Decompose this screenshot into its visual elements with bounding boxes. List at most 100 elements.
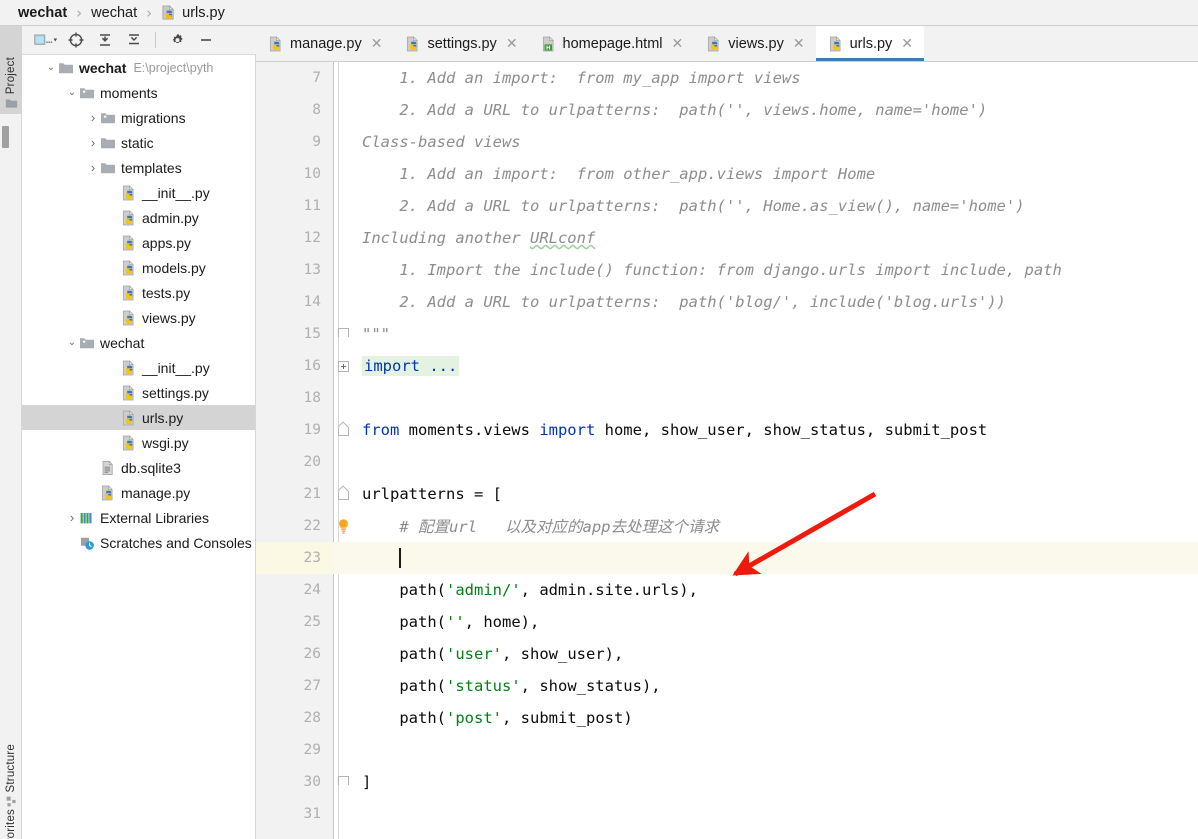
chevron-down-icon[interactable]: ⌄: [65, 336, 79, 350]
code-line[interactable]: 20: [256, 446, 1198, 478]
editor-tab-manage-py[interactable]: manage.py ✕: [256, 26, 393, 61]
editor-tab-homepage-html[interactable]: Hhomepage.html ✕: [529, 26, 695, 61]
chevron-right-icon[interactable]: ›: [86, 135, 100, 150]
code-line[interactable]: 31: [256, 798, 1198, 830]
tree-item-urls-py[interactable]: urls.py: [22, 405, 255, 430]
tree-item-wsgi-py[interactable]: wsgi.py: [22, 430, 255, 455]
fold-marker-cell[interactable]: [334, 222, 353, 254]
close-icon[interactable]: ✕: [506, 36, 518, 52]
fold-marker-cell[interactable]: [334, 766, 353, 798]
fold-region-end-icon[interactable]: [338, 776, 349, 788]
code-line[interactable]: 28 path('post', submit_post): [256, 702, 1198, 734]
tree-item-db-sqlite3[interactable]: db.sqlite3: [22, 455, 255, 480]
code-line[interactable]: 27 path('status', show_status),: [256, 670, 1198, 702]
fold-marker-cell[interactable]: [334, 798, 353, 830]
tree-item--init-py[interactable]: __init__.py: [22, 180, 255, 205]
fold-marker-cell[interactable]: [334, 670, 353, 702]
fold-marker-cell[interactable]: [334, 158, 353, 190]
settings-button[interactable]: [164, 28, 190, 52]
fold-region-start-icon[interactable]: [338, 424, 349, 436]
fold-region-start-icon[interactable]: [338, 488, 349, 500]
code-line[interactable]: 7 1. Add an import: from my_app import v…: [256, 62, 1198, 94]
fold-marker-cell[interactable]: [334, 446, 353, 478]
tree-item-moments[interactable]: ⌄ moments: [22, 80, 255, 105]
fold-marker-cell[interactable]: [334, 606, 353, 638]
tool-tab-favorites[interactable]: Favorites: [0, 809, 22, 839]
chevron-right-icon[interactable]: ›: [86, 160, 100, 175]
fold-expand-icon[interactable]: [338, 360, 349, 372]
code-line[interactable]: 8 2. Add a URL to urlpatterns: path('', …: [256, 94, 1198, 126]
chevron-down-icon[interactable]: ⌄: [44, 61, 58, 75]
fold-marker-cell[interactable]: [334, 190, 353, 222]
fold-marker-cell[interactable]: [334, 126, 353, 158]
hide-panel-button[interactable]: [193, 28, 219, 52]
code-line[interactable]: 30]: [256, 766, 1198, 798]
fold-marker-cell[interactable]: [334, 414, 353, 446]
tree-item-models-py[interactable]: models.py: [22, 255, 255, 280]
chevron-down-icon[interactable]: ⌄: [65, 86, 79, 100]
editor-tab-settings-py[interactable]: settings.py ✕: [393, 26, 528, 61]
code-line[interactable]: 15 """: [256, 318, 1198, 350]
fold-marker-cell[interactable]: [334, 574, 353, 606]
editor-tab-urls-py[interactable]: urls.py ✕: [815, 26, 925, 61]
fold-marker-cell[interactable]: [334, 542, 353, 574]
fold-marker-cell[interactable]: [334, 94, 353, 126]
code-line[interactable]: 23: [256, 542, 1198, 574]
lightbulb-icon[interactable]: [336, 518, 351, 535]
tool-tab-structure[interactable]: Structure: [0, 712, 22, 812]
code-line[interactable]: 22 # 配置url 以及对应的app去处理这个请求: [256, 510, 1198, 542]
tree-item-static[interactable]: › static: [22, 130, 255, 155]
fold-region-end-icon[interactable]: [338, 328, 349, 340]
close-icon[interactable]: ✕: [371, 36, 383, 52]
chevron-right-icon[interactable]: ›: [86, 110, 100, 125]
tree-item-settings-py[interactable]: settings.py: [22, 380, 255, 405]
expand-all-button[interactable]: [92, 28, 118, 52]
editor-tab-views-py[interactable]: views.py ✕: [694, 26, 815, 61]
tree-item-views-py[interactable]: views.py: [22, 305, 255, 330]
fold-marker-cell[interactable]: [334, 286, 353, 318]
code-line[interactable]: 10 1. Add an import: from other_app.view…: [256, 158, 1198, 190]
code-line[interactable]: 9 Class-based views: [256, 126, 1198, 158]
tree-item--init-py[interactable]: __init__.py: [22, 355, 255, 380]
scroll-from-source-button[interactable]: [63, 28, 89, 52]
fold-marker-cell[interactable]: [334, 638, 353, 670]
code-line[interactable]: 13 1. Import the include() function: fro…: [256, 254, 1198, 286]
code-line[interactable]: 25 path('', home),: [256, 606, 1198, 638]
code-line[interactable]: 19 from moments.views import home, show_u…: [256, 414, 1198, 446]
fold-marker-cell[interactable]: [334, 350, 353, 382]
fold-marker-cell[interactable]: [334, 382, 353, 414]
code-line[interactable]: 24 path('admin/', admin.site.urls),: [256, 574, 1198, 606]
code-line[interactable]: 14 2. Add a URL to urlpatterns: path('bl…: [256, 286, 1198, 318]
code-line[interactable]: 11 2. Add a URL to urlpatterns: path('',…: [256, 190, 1198, 222]
tree-item-admin-py[interactable]: admin.py: [22, 205, 255, 230]
fold-marker-cell[interactable]: [334, 478, 353, 510]
fold-marker-cell[interactable]: [334, 318, 353, 350]
tree-item-migrations[interactable]: › migrations: [22, 105, 255, 130]
fold-marker-cell[interactable]: [334, 62, 353, 94]
breadcrumb-item-file[interactable]: urls.py: [161, 5, 225, 21]
collapse-all-button[interactable]: [121, 28, 147, 52]
tool-tab-project[interactable]: Project: [0, 26, 22, 114]
code-line[interactable]: 12 Including another URLconf: [256, 222, 1198, 254]
breadcrumb-item-project[interactable]: wechat: [18, 5, 67, 21]
fold-marker-cell[interactable]: [334, 510, 353, 542]
code-line[interactable]: 16 import ...: [256, 350, 1198, 382]
fold-marker-cell[interactable]: [334, 734, 353, 766]
code-editor[interactable]: 7 1. Add an import: from my_app import v…: [256, 62, 1198, 839]
tree-item-scratches-and-consoles[interactable]: Scratches and Consoles: [22, 530, 255, 555]
tree-item-apps-py[interactable]: apps.py: [22, 230, 255, 255]
tree-item-templates[interactable]: › templates: [22, 155, 255, 180]
tree-item-external-libraries[interactable]: › External Libraries: [22, 505, 255, 530]
sidebar-scrollbar-thumb[interactable]: [2, 126, 9, 148]
project-tree[interactable]: ⌄ wechat E:\project\pyth ⌄ moments › migration…: [22, 55, 256, 839]
close-icon[interactable]: ✕: [672, 36, 684, 52]
code-line[interactable]: 21 urlpatterns = [: [256, 478, 1198, 510]
tree-item-manage-py[interactable]: manage.py: [22, 480, 255, 505]
close-icon[interactable]: ✕: [901, 36, 913, 52]
chevron-right-icon[interactable]: ›: [65, 510, 79, 525]
code-line[interactable]: 18: [256, 382, 1198, 414]
fold-marker-cell[interactable]: [334, 702, 353, 734]
breadcrumb-item-package[interactable]: wechat: [91, 5, 137, 21]
tree-item-wechat[interactable]: ⌄ wechat E:\project\pyth: [22, 55, 255, 80]
tree-item-tests-py[interactable]: tests.py: [22, 280, 255, 305]
